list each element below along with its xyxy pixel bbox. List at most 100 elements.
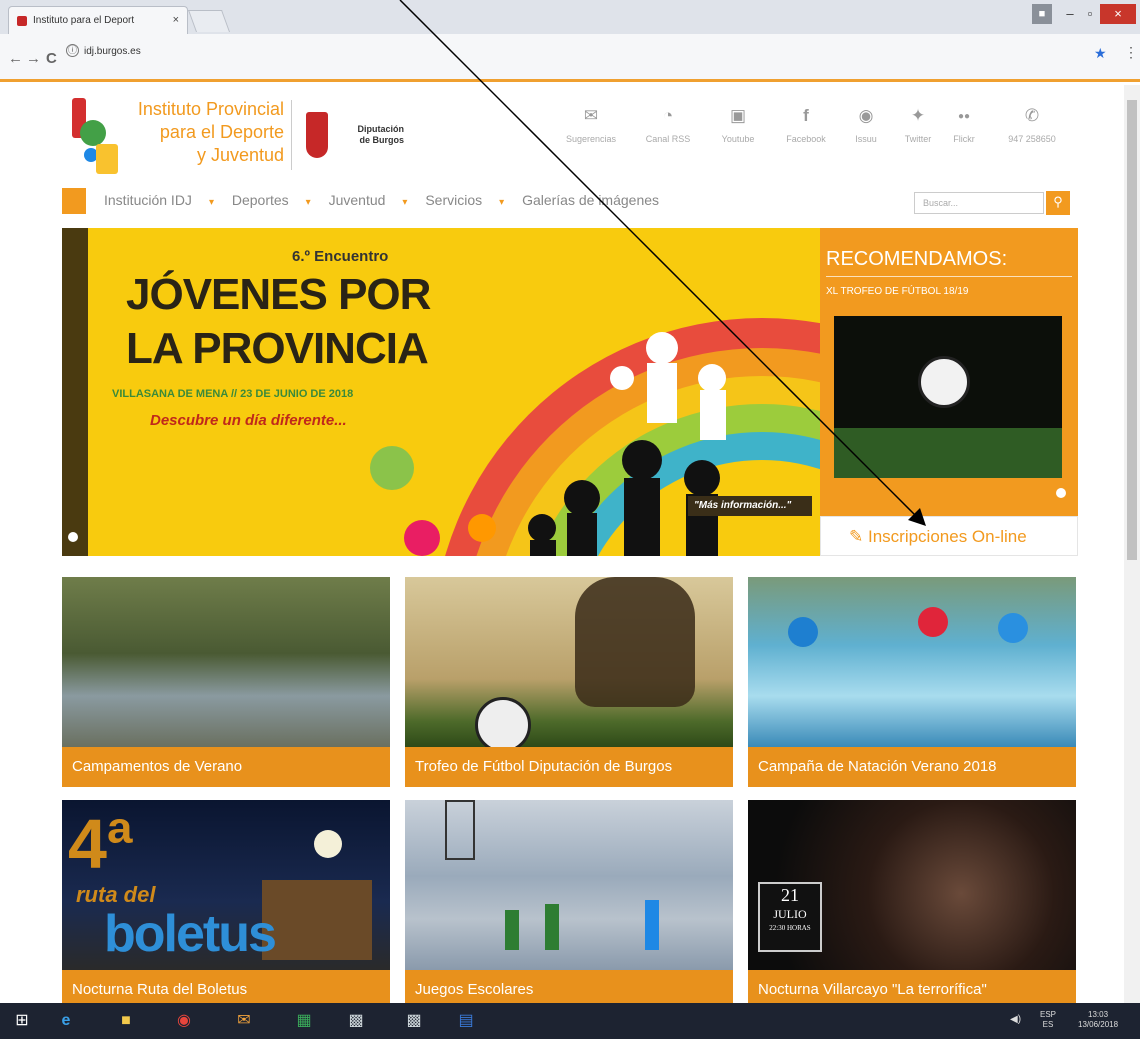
online-registration-button[interactable]: ✎ Inscripciones On-line [820,516,1078,556]
social-label: Sugerencias [565,134,617,144]
nav-item-deportes[interactable]: Deportes ▾ [232,192,311,208]
social-issuu[interactable]: ◉ Issuu [846,106,886,144]
social-sugerencias[interactable]: ✉ Sugerencias [552,106,630,144]
banner-title-line-1: JÓVENES POR [126,270,431,319]
pencil-icon: ✎ [849,527,864,546]
scrollbar-thumb[interactable] [1127,100,1137,560]
bookmark-star-icon[interactable]: ★ [1094,45,1107,62]
social-label: Facebook [786,134,826,144]
idj-logo[interactable] [72,98,122,176]
user-profile-icon[interactable]: ■ [1032,4,1052,24]
social-twitter[interactable]: ✦ Twitter [898,106,938,144]
flickr-icon: ●● [957,111,971,122]
excel-icon[interactable]: ▦ [290,1008,318,1034]
windows-start-icon[interactable]: ⊞ [8,1008,36,1034]
chevron-down-icon: ▾ [499,197,505,208]
diputacion-line-1: Diputación [357,124,405,134]
social-phone[interactable]: ✆ 947 258650 [994,106,1070,144]
new-tab-button[interactable] [187,10,231,32]
search-input[interactable]: Buscar... [914,192,1044,214]
nav-item-galerias[interactable]: Galerías de imágenes [522,192,673,208]
banner-more-info-button[interactable]: "Más información..." [688,496,812,516]
page-scrollbar[interactable] [1124,85,1140,1003]
maximize-button[interactable]: ▫ [1080,4,1100,24]
reload-icon[interactable]: C [46,50,57,67]
diputacion-name[interactable]: Diputación de Burgos [334,124,405,146]
document-icon[interactable]: ▩ [400,1008,428,1034]
chrome-icon[interactable]: ◉ [170,1008,198,1034]
site-info-icon[interactable]: ⓘ [66,44,79,57]
nav-label: Juventud [328,192,386,208]
nav-item-juventud[interactable]: Juventud ▾ [329,192,408,208]
header-divider [291,100,292,170]
tile-caption: Campaña de Natación Verano 2018 [748,747,1076,787]
social-youtube[interactable]: ▣ Youtube [712,106,764,144]
back-arrow-icon[interactable]: ← [8,50,23,67]
nav-home-marker[interactable] [62,188,86,214]
word-icon[interactable]: ▤ [452,1008,480,1034]
recommended-football-image[interactable] [834,316,1062,478]
internet-explorer-icon[interactable]: e [52,1008,80,1034]
tile-villarcayo[interactable]: 21 JULIO 22:30 HORAS Nocturna Villarcayo… [748,800,1076,1003]
event-month: JULIO [773,907,807,921]
file-explorer-icon[interactable]: ■ [112,1008,140,1034]
phone-icon: ✆ [1024,106,1040,125]
site-name-line-2: para el Deporte [159,122,284,142]
tile-image [748,577,1076,747]
browser-menu-icon[interactable]: ⋮ [1124,44,1138,61]
nav-item-institucion[interactable]: Institución IDJ ▾ [104,192,214,208]
banner-location: VILLASANA DE MENA // 23 DE JUNIO DE 2018 [112,388,354,400]
clock-time: 13:03 [1088,1010,1109,1019]
nav-item-servicios[interactable]: Servicios ▾ [425,192,504,208]
chevron-down-icon: ▾ [208,197,214,208]
tile-caption: Trofeo de Fútbol Diputación de Burgos [405,747,733,787]
diputacion-shield-icon[interactable] [306,112,328,158]
outlook-icon[interactable]: ✉ [230,1008,258,1034]
windows-taskbar: ⊞ e ■ ◉ ✉ ▦ ▩ ▩ ▤ ◀) ESP ES 13:03 13/06/… [0,1003,1140,1039]
clock[interactable]: 13:03 13/06/2018 [1078,1010,1118,1030]
tile-juegos-escolares[interactable]: Juegos Escolares [405,800,733,1003]
nav-label: Servicios [425,192,483,208]
tab-close-icon[interactable]: × [173,14,179,26]
boletus-number: 4ª [68,805,133,883]
tile-natacion[interactable]: Campaña de Natación Verano 2018 [748,577,1076,787]
boletus-word: boletus [104,905,277,963]
social-flickr[interactable]: ●● Flickr [944,106,984,144]
tab-title: Instituto para el Deport [33,15,135,26]
tile-trofeo-futbol[interactable]: Trofeo de Fútbol Diputación de Burgos [405,577,733,787]
nav-label: Deportes [231,192,289,208]
nav-label: Galerías de imágenes [522,192,660,208]
event-time: 22:30 HORAS [769,924,811,932]
browser-tab[interactable]: Instituto para el Deport × [8,6,188,34]
event-date-badge: 21 JULIO 22:30 HORAS [758,882,822,952]
nav-label: Institución IDJ [104,192,192,208]
forward-arrow-icon[interactable]: → [26,50,41,67]
social-label: Flickr [953,134,975,144]
twitter-icon: ✦ [910,106,926,125]
recommended-subtitle[interactable]: XL TROFEO DE FÚTBOL 18/19 [826,286,968,297]
social-facebook[interactable]: f Facebook [778,106,834,144]
search-icon[interactable]: ⚲ [1046,191,1070,215]
chevron-down-icon: ▾ [305,197,311,208]
main-navigation: Institución IDJ ▾ Deportes ▾ Juventud ▾ Ser… [104,192,687,208]
diputacion-line-2: de Burgos [359,135,404,145]
document-icon[interactable]: ▩ [342,1008,370,1034]
chevron-down-icon: ▾ [402,197,408,208]
recommended-title: RECOMENDAMOS: [826,248,1008,270]
site-name[interactable]: Instituto Provincial para el Deporte y J… [118,98,284,167]
tile-caption: Nocturna Villarcayo "La terrorífica" [748,970,1076,1003]
slide-indicator[interactable] [1056,488,1066,498]
minimize-button[interactable]: – [1060,4,1080,24]
tile-campamentos[interactable]: Campamentos de Verano [62,577,390,787]
address-bar[interactable]: idj.burgos.es [84,46,141,57]
volume-icon[interactable]: ◀) [1010,1015,1021,1025]
slide-indicator[interactable] [68,532,78,542]
tile-image [405,577,733,753]
social-rss[interactable]: ◔ Canal RSS [640,106,696,144]
social-label: 947 258650 [1008,134,1056,144]
browser-toolbar: ← → C ⓘ idj.burgos.es ★ ⋮ [0,34,1140,82]
tile-boletus[interactable]: 4ª ruta del boletus Nocturna Ruta del Bo… [62,800,390,1003]
language-indicator[interactable]: ESP ES [1040,1010,1056,1030]
social-label: Twitter [904,134,932,144]
close-window-button[interactable]: × [1100,4,1136,24]
